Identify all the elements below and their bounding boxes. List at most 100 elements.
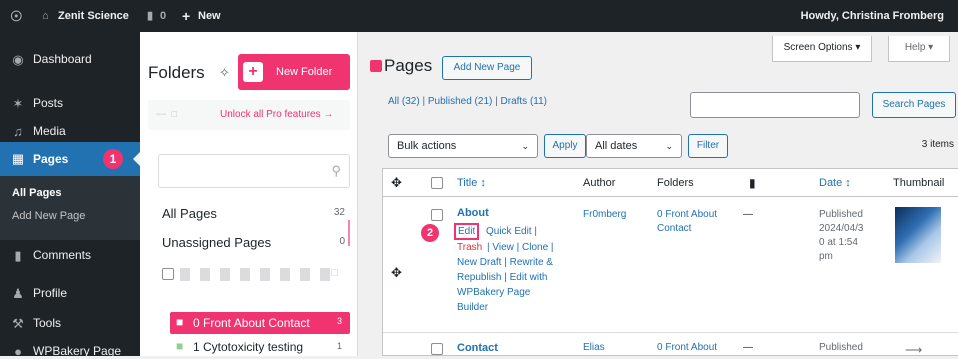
submenu-add-new-page[interactable]: Add New Page bbox=[12, 210, 85, 222]
table-header: ✥ Title ↕ Author Folders ▮ Date ↕ Thumbn… bbox=[383, 169, 958, 197]
add-new-page-button[interactable]: Add New Page bbox=[442, 56, 532, 80]
wpbakery-edit-link[interactable]: WPBakery Page bbox=[457, 287, 530, 298]
column-date[interactable]: Date ↕ bbox=[819, 177, 851, 189]
quick-edit-link[interactable]: Quick Edit | bbox=[486, 226, 537, 237]
unlock-pro-link[interactable]: Unlock all Pro features → bbox=[220, 109, 333, 120]
folder-item-front-about-contact[interactable]: ■ 0 Front About Contact 3 bbox=[170, 312, 350, 334]
folders-title: Folders bbox=[148, 63, 205, 82]
folder-count: 3 bbox=[336, 316, 342, 326]
wpbakery-icon: ● bbox=[14, 344, 22, 359]
folder-icon: ■ bbox=[176, 315, 184, 329]
menu-posts[interactable]: ✶ Posts bbox=[0, 96, 140, 114]
row-folder-line2[interactable]: Contact bbox=[657, 223, 691, 234]
column-folders: Folders bbox=[657, 177, 694, 189]
admin-bar: ☉ ⌂ Zenit Science ▮ 0 + New Howdy, Chris… bbox=[0, 0, 958, 32]
row-author[interactable]: Fr0mberg bbox=[583, 209, 626, 220]
folders-settings-icon[interactable]: ✧ bbox=[219, 65, 230, 81]
folders-panel: Folders ✧ + New Folder −− □ Unlock all P… bbox=[140, 32, 358, 356]
builder-link-cont[interactable]: Builder bbox=[457, 302, 488, 313]
folder-icon: ■ bbox=[176, 339, 184, 353]
wordpress-logo-icon[interactable]: ☉ bbox=[10, 0, 23, 32]
bulk-actions-select[interactable]: Bulk actions ⌄ bbox=[388, 134, 538, 158]
plus-icon: + bbox=[182, 8, 191, 24]
menu-tools-label: Tools bbox=[33, 316, 62, 330]
view-clone-links[interactable]: | View | Clone | bbox=[487, 242, 554, 253]
thumbnail-image[interactable]: ⟶ bbox=[905, 343, 922, 357]
plus-icon: + bbox=[243, 62, 263, 82]
menu-profile[interactable]: ♟ Profile bbox=[0, 286, 140, 304]
submenu-all-pages[interactable]: All Pages bbox=[12, 187, 62, 199]
republish-link[interactable]: Republish | Edit with bbox=[457, 272, 547, 283]
unassigned-pages-folder[interactable]: Unassigned Pages bbox=[162, 235, 271, 250]
media-icon: ♫ bbox=[13, 124, 23, 139]
row-checkbox[interactable] bbox=[431, 343, 443, 355]
thumbnail-image[interactable] bbox=[895, 207, 941, 263]
filter-all[interactable]: All (32) bbox=[388, 96, 420, 107]
trash-link[interactable]: Trash bbox=[457, 242, 482, 253]
row-author[interactable]: Elias bbox=[583, 342, 605, 353]
home-icon: ⌂ bbox=[42, 10, 49, 22]
row-date-status: Published bbox=[819, 209, 863, 220]
menu-profile-label: Profile bbox=[33, 286, 68, 300]
filter-drafts[interactable]: Drafts (11) bbox=[501, 96, 548, 107]
drag-handle-icon[interactable]: ✥ bbox=[391, 265, 402, 281]
screen-options-button[interactable]: Screen Options ▾ bbox=[772, 36, 872, 62]
admin-sidebar: ◉ Dashboard ✶ Posts ♫ Media ▦ Pages 1 Al… bbox=[0, 32, 141, 359]
all-pages-folder[interactable]: All Pages bbox=[162, 206, 217, 221]
comments-count[interactable]: 0 bbox=[160, 0, 166, 32]
howdy-user[interactable]: Howdy, Christina Fromberg bbox=[801, 0, 944, 32]
table-row: ✥ About 2 Edit Quick Edit | Trash | View… bbox=[383, 197, 958, 333]
apply-button[interactable]: Apply bbox=[544, 134, 586, 158]
drag-handle-icon: ✥ bbox=[391, 175, 402, 190]
menu-pages[interactable]: ▦ Pages 1 bbox=[0, 142, 141, 176]
filter-separator: | bbox=[422, 96, 426, 107]
folder-label: 1 Cytotoxicity testing bbox=[193, 340, 304, 354]
bulk-actions-value: Bulk actions bbox=[397, 140, 457, 152]
pin-icon: ✶ bbox=[12, 96, 24, 111]
main-content: Pages Add New Page Screen Options ▾ Help… bbox=[358, 32, 958, 357]
search-pages-input[interactable] bbox=[690, 92, 860, 118]
select-all-checkbox[interactable] bbox=[431, 177, 443, 189]
folder-item-cytotoxicity[interactable]: ■ 1 Cytotoxicity testing 1 bbox=[170, 338, 350, 356]
folder-toolbar-icons bbox=[180, 268, 332, 281]
search-icon: ⚲ bbox=[331, 163, 341, 178]
help-button[interactable]: Help ▾ bbox=[888, 36, 950, 62]
panel-resize-handle[interactable] bbox=[348, 220, 350, 246]
comments-icon: ▮ bbox=[14, 248, 22, 263]
row-date-line3: 0 at 1:54 bbox=[819, 237, 858, 248]
column-title[interactable]: Title ↕ bbox=[457, 177, 486, 189]
row-folder-line1[interactable]: 0 Front About bbox=[657, 342, 717, 353]
row-checkbox[interactable] bbox=[431, 209, 443, 221]
step-1-badge: 1 bbox=[103, 149, 123, 169]
pages-folder-toggle-icon[interactable] bbox=[370, 60, 382, 72]
row-comments: — bbox=[743, 209, 753, 220]
date-filter-select[interactable]: All dates ⌄ bbox=[586, 134, 682, 158]
folders-select-all-checkbox[interactable] bbox=[162, 268, 174, 280]
folder-search-input[interactable]: ⚲ bbox=[158, 154, 350, 188]
chevron-down-icon: ⌄ bbox=[665, 141, 673, 151]
menu-media[interactable]: ♫ Media bbox=[0, 124, 140, 142]
filter-button[interactable]: Filter bbox=[688, 134, 728, 158]
new-draft-link[interactable]: New Draft | Rewrite & bbox=[457, 257, 553, 268]
menu-tools[interactable]: ⚒ Tools bbox=[0, 316, 140, 334]
folder-count: 1 bbox=[336, 341, 342, 351]
step-2-badge: 2 bbox=[421, 224, 439, 242]
filter-separator: | bbox=[495, 96, 498, 107]
comments-column-icon[interactable]: ▮ bbox=[749, 176, 756, 190]
row-title-link[interactable]: About bbox=[457, 207, 489, 219]
row-folder-line1[interactable]: 0 Front About bbox=[657, 209, 717, 220]
search-pages-button[interactable]: Search Pages bbox=[872, 92, 956, 118]
menu-comments[interactable]: ▮ Comments bbox=[0, 248, 140, 266]
wrench-icon: ⚒ bbox=[12, 316, 24, 331]
new-menu[interactable]: New bbox=[198, 0, 221, 32]
menu-comments-label: Comments bbox=[33, 248, 92, 262]
filter-published[interactable]: Published (21) bbox=[428, 96, 492, 107]
profile-icon: ♟ bbox=[12, 286, 24, 301]
row-title-link[interactable]: Contact bbox=[457, 342, 498, 354]
edit-link[interactable]: Edit bbox=[454, 223, 480, 240]
new-folder-button[interactable]: + New Folder bbox=[238, 54, 350, 90]
items-count: 3 items bbox=[921, 139, 954, 150]
menu-dashboard[interactable]: ◉ Dashboard bbox=[0, 52, 140, 70]
folder-label: 0 Front About Contact bbox=[193, 316, 310, 330]
site-name[interactable]: Zenit Science bbox=[58, 0, 129, 32]
